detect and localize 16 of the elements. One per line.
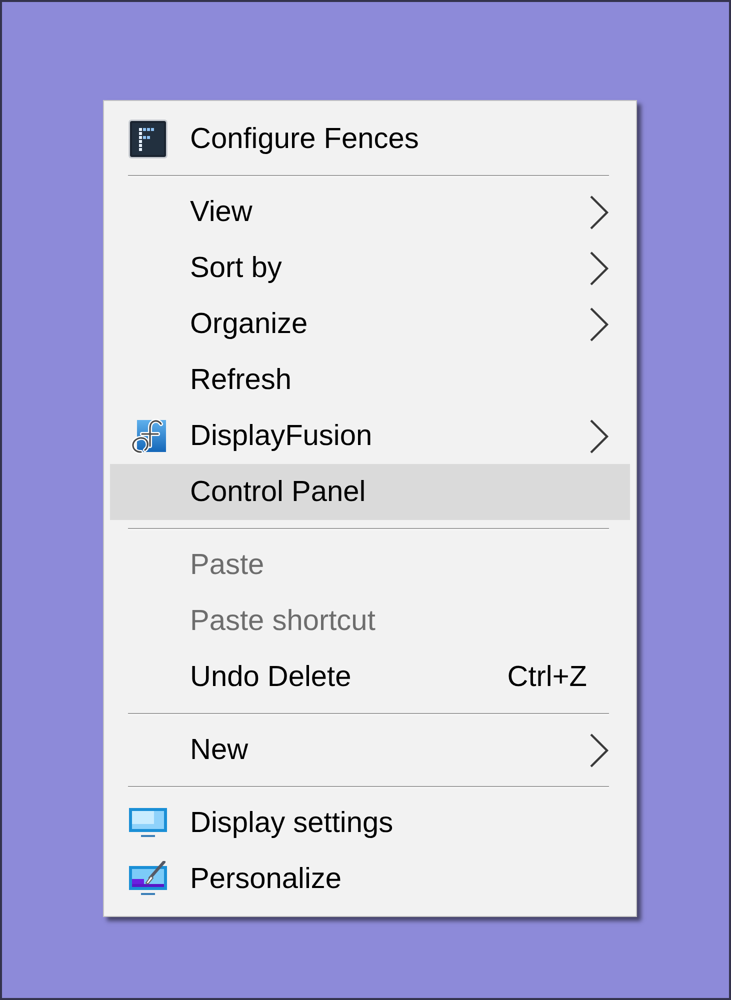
menu-item[interactable]: Undo Delete Ctrl+Z — [110, 649, 630, 705]
menu-item[interactable]: Personalize — [110, 851, 630, 907]
menu-item[interactable]: Control Panel — [110, 464, 630, 520]
monitor-brush-icon — [128, 861, 168, 897]
menu-item[interactable]: Sort by — [110, 240, 630, 296]
menu-item[interactable]: Refresh — [110, 352, 630, 408]
loop-logo-icon — [128, 416, 168, 456]
dotted-logo-icon — [128, 119, 168, 159]
menu-item[interactable]: Organize — [110, 296, 630, 352]
menu-item[interactable]: Configure Fences — [110, 111, 630, 167]
menu-item[interactable]: View — [110, 184, 630, 240]
menu-item[interactable]: New — [110, 722, 630, 778]
menu-item[interactable]: DisplayFusion — [110, 408, 630, 464]
monitor-icon — [128, 807, 168, 839]
shortcut-label: Ctrl+Z — [507, 660, 587, 694]
menu-item[interactable]: Display settings — [110, 795, 630, 851]
